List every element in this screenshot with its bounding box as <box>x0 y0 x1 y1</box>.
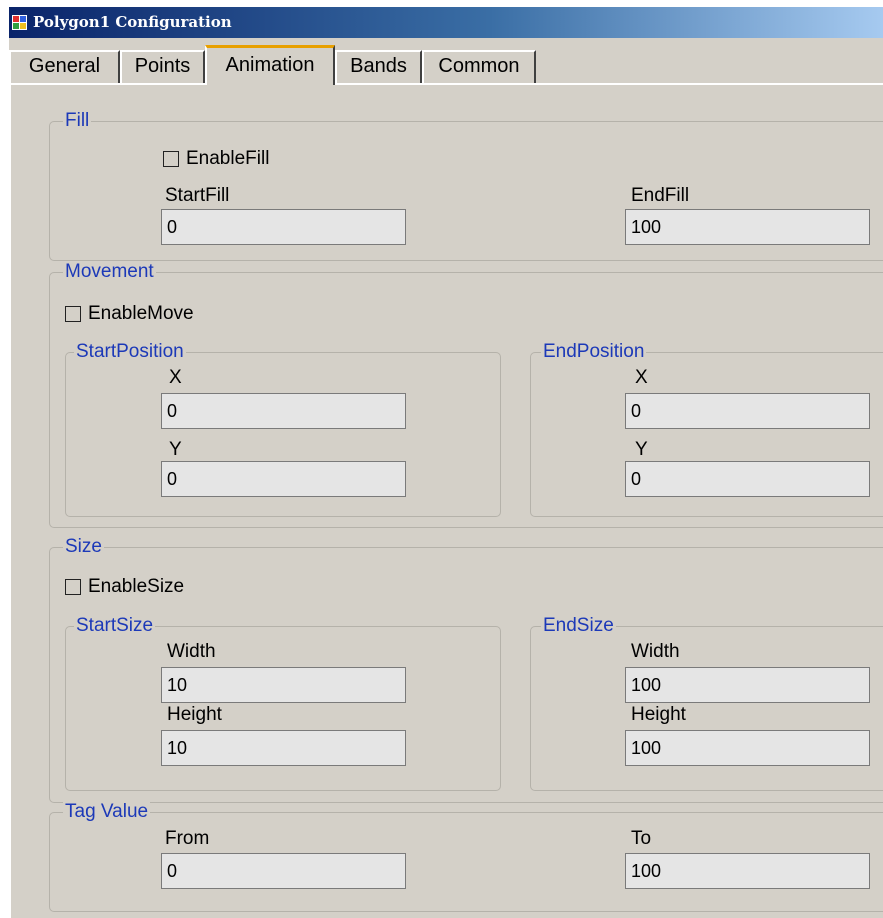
end-height-label: Height <box>631 704 686 725</box>
end-position-legend: EndPosition <box>541 341 647 363</box>
enable-fill-checkbox[interactable] <box>163 151 179 167</box>
end-y-input[interactable]: 0 <box>625 461 870 497</box>
enable-size-label: EnableSize <box>88 576 185 597</box>
tab-points[interactable]: Points <box>120 50 205 83</box>
configuration-window: Polygon1 Configuration General Points An… <box>9 7 883 918</box>
start-x-input[interactable]: 0 <box>161 393 406 429</box>
end-fill-input[interactable]: 100 <box>625 209 870 245</box>
end-y-label: Y <box>635 439 648 460</box>
end-height-input[interactable]: 100 <box>625 730 870 766</box>
fill-legend: Fill <box>63 110 92 132</box>
animation-panel: Fill EnableFill StartFill 0 EndFill 100 … <box>9 85 883 918</box>
start-fill-label: StartFill <box>165 185 230 206</box>
start-width-label: Width <box>167 641 216 662</box>
tag-value-legend: Tag Value <box>63 801 151 823</box>
tag-from-label: From <box>165 828 210 849</box>
enable-fill-label: EnableFill <box>186 148 270 169</box>
tab-divider <box>9 83 883 85</box>
start-size-legend: StartSize <box>74 615 156 637</box>
end-x-input[interactable]: 0 <box>625 393 870 429</box>
start-width-input[interactable]: 10 <box>161 667 406 703</box>
start-position-legend: StartPosition <box>74 341 186 363</box>
tag-to-label: To <box>631 828 652 849</box>
enable-size-checkbox[interactable] <box>65 579 81 595</box>
size-legend: Size <box>63 536 104 558</box>
tab-animation[interactable]: Animation <box>205 45 335 85</box>
end-size-group <box>530 626 883 791</box>
tab-common[interactable]: Common <box>422 50 536 83</box>
start-x-label: X <box>169 367 182 388</box>
tab-bands[interactable]: Bands <box>335 50 422 83</box>
tab-general[interactable]: General <box>9 50 120 83</box>
movement-legend: Movement <box>63 261 156 283</box>
tag-to-input[interactable]: 100 <box>625 853 870 889</box>
start-height-label: Height <box>167 704 222 725</box>
start-size-group <box>65 626 501 791</box>
start-y-label: Y <box>169 439 182 460</box>
end-width-label: Width <box>631 641 680 662</box>
end-width-input[interactable]: 100 <box>625 667 870 703</box>
app-icon <box>12 15 27 30</box>
end-fill-label: EndFill <box>631 185 690 206</box>
window-title: Polygon1 Configuration <box>33 13 232 31</box>
end-size-legend: EndSize <box>541 615 616 637</box>
end-x-label: X <box>635 367 648 388</box>
title-bar[interactable]: Polygon1 Configuration <box>9 7 883 38</box>
start-fill-input[interactable]: 0 <box>161 209 406 245</box>
enable-move-checkbox[interactable] <box>65 306 81 322</box>
enable-move-label: EnableMove <box>88 303 194 324</box>
tag-from-input[interactable]: 0 <box>161 853 406 889</box>
start-height-input[interactable]: 10 <box>161 730 406 766</box>
start-y-input[interactable]: 0 <box>161 461 406 497</box>
